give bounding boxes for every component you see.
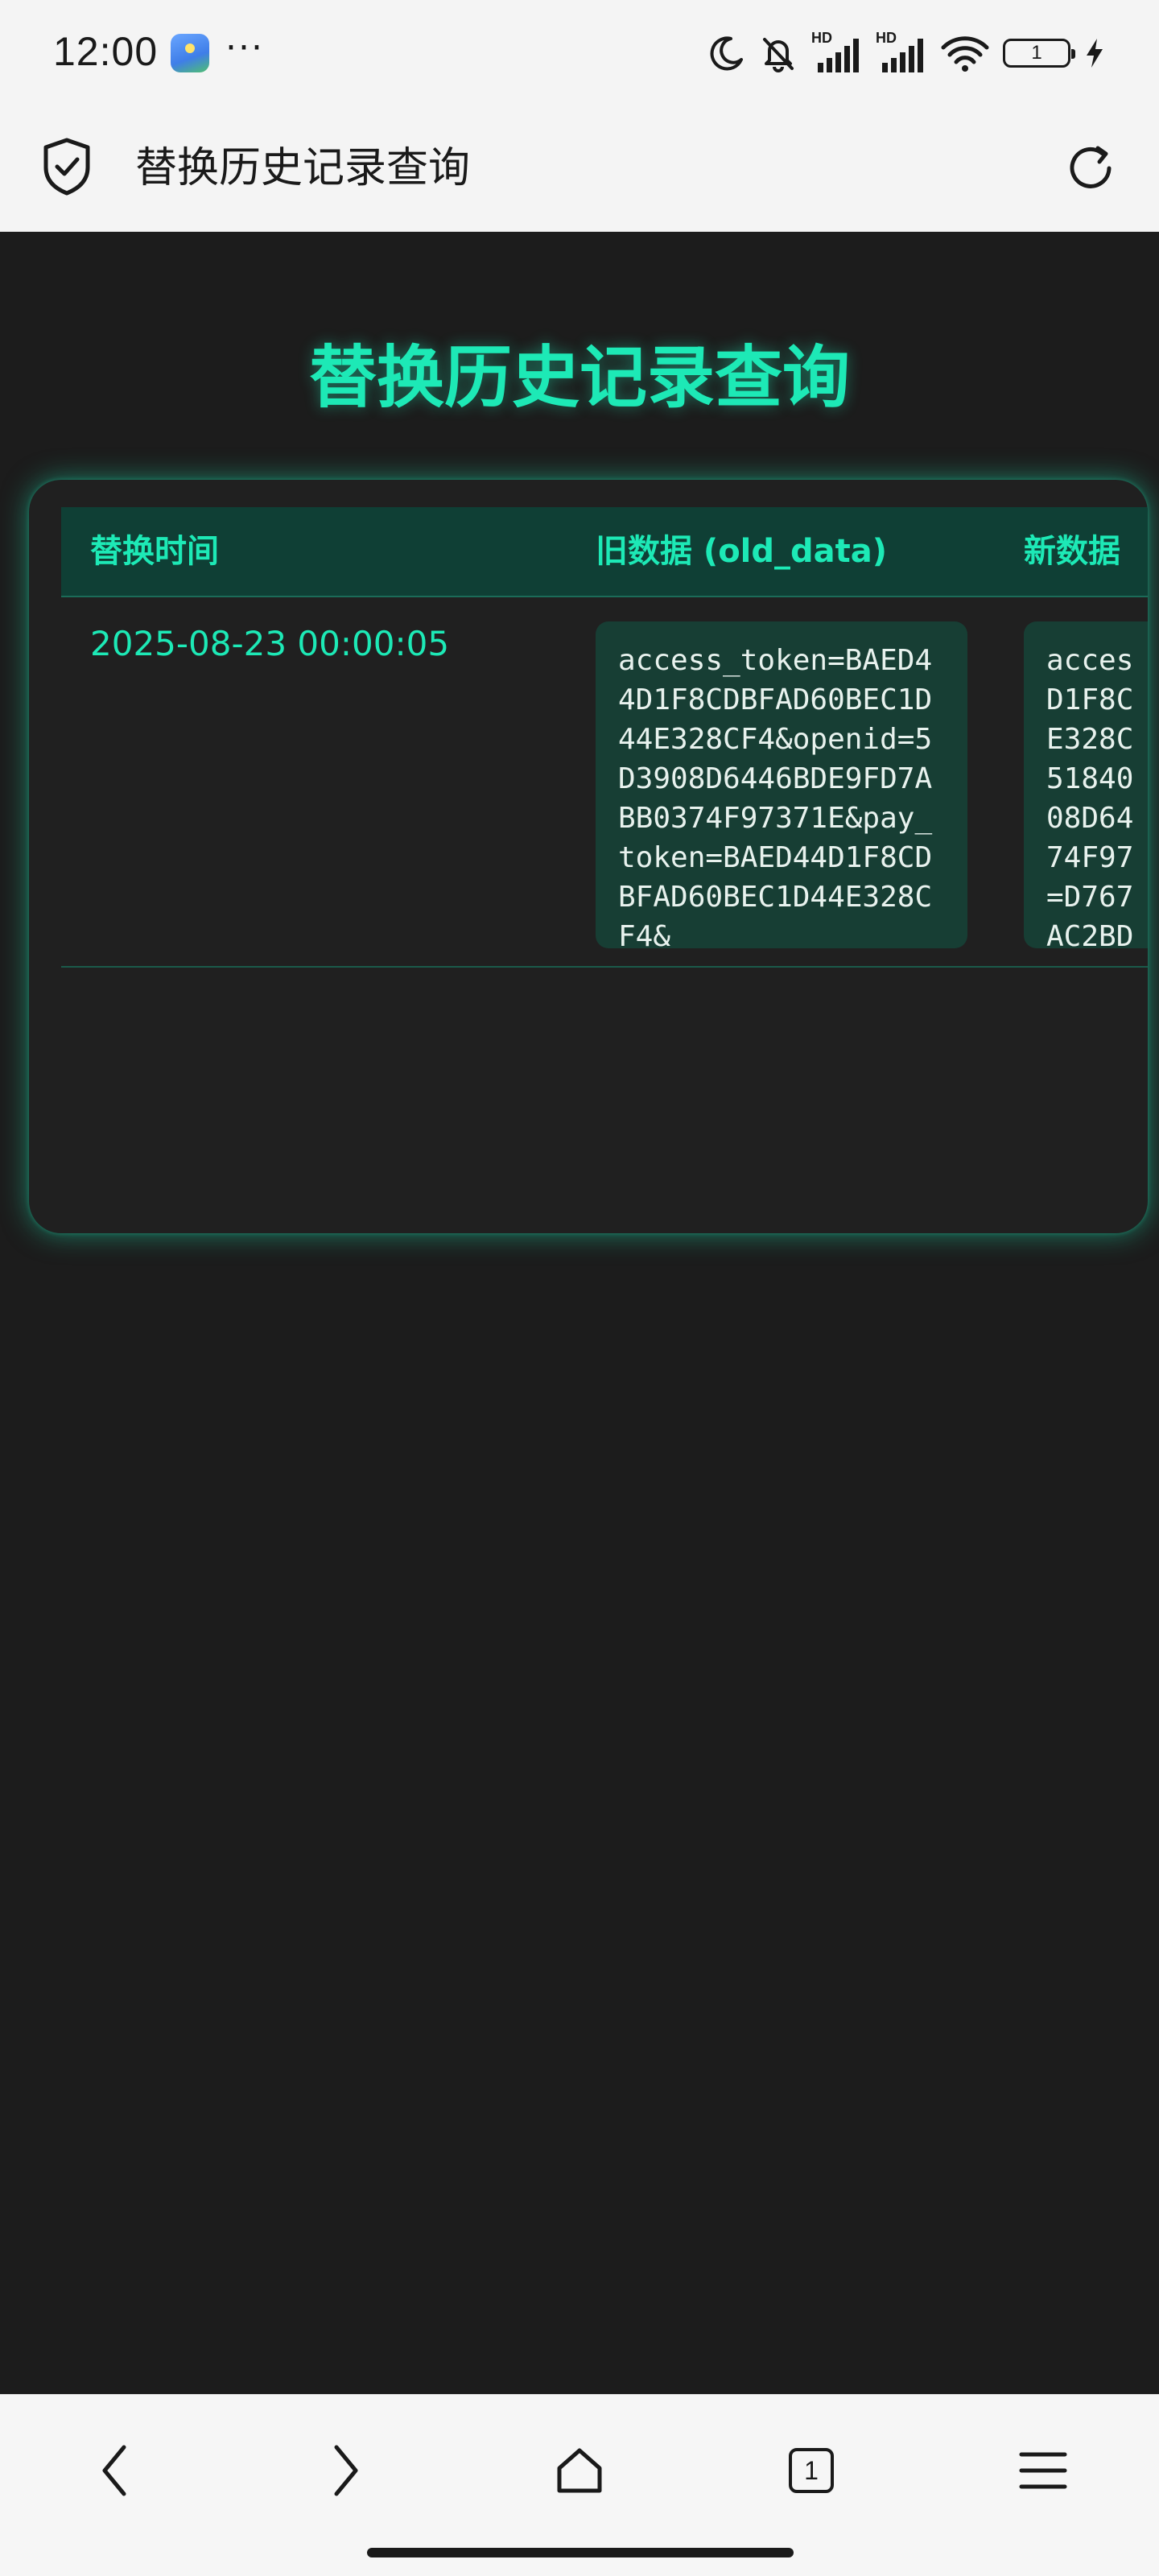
moon-icon xyxy=(710,36,743,71)
table-header: 替换时间 旧数据 (old_data) 新数据 xyxy=(61,507,1148,597)
status-icons: HD HD 1 xyxy=(708,29,1106,77)
page-title: 替换历史记录查询 xyxy=(135,144,471,192)
page-heading: 替换历史记录查询 xyxy=(308,338,850,417)
chevron-left-icon xyxy=(102,2445,126,2496)
menu-button[interactable] xyxy=(1003,2430,1083,2511)
cellular-signal-icon-1: HD xyxy=(811,31,863,76)
cell-replace-time: 2025-08-23 00:00:05 xyxy=(90,624,450,663)
cell-new-data: acces D1F8C E328C 51840 08D64 74F97 =D76… xyxy=(1024,621,1148,948)
column-header-new-data: 新数据 xyxy=(1024,533,1120,570)
tabs-button[interactable]: 1 xyxy=(771,2430,852,2511)
reload-icon[interactable] xyxy=(1062,140,1119,196)
back-button[interactable] xyxy=(74,2430,155,2511)
bell-off-icon xyxy=(763,38,794,72)
cellular-signal-icon-2: HD xyxy=(876,31,927,76)
web-content: 替换历史记录查询 替换时间 旧数据 (old_data) 新数据 2025-08… xyxy=(0,232,1159,2394)
browser-bottom-nav: 1 xyxy=(0,2394,1159,2576)
home-button[interactable] xyxy=(539,2430,620,2511)
forward-button[interactable] xyxy=(306,2430,386,2511)
chevron-right-icon xyxy=(334,2445,358,2496)
history-card: 替换时间 旧数据 (old_data) 新数据 2025-08-23 00:00… xyxy=(29,480,1148,1233)
tab-count-icon: 1 xyxy=(789,2448,834,2493)
column-header-time: 替换时间 xyxy=(90,533,219,570)
cell-old-data: access_token=BAED44D1F8CDBFAD60BEC1D44E3… xyxy=(596,621,967,948)
hamburger-menu-icon xyxy=(1019,2452,1067,2489)
history-table[interactable]: 替换时间 旧数据 (old_data) 新数据 2025-08-23 00:00… xyxy=(61,507,1148,990)
battery-icon: 1 xyxy=(1003,39,1075,68)
table-row: 2025-08-23 00:00:05 access_token=BAED44D… xyxy=(61,597,1148,968)
shield-check-icon[interactable] xyxy=(42,137,92,196)
more-notifications-icon: ··· xyxy=(225,27,264,68)
status-time: 12:00 xyxy=(53,29,159,74)
gesture-home-indicator[interactable] xyxy=(367,2548,794,2557)
status-bar: 12:00 ··· HD HD 1 xyxy=(0,0,1159,105)
charging-bolt-icon xyxy=(1087,39,1103,68)
column-header-old-data: 旧数据 (old_data) xyxy=(596,533,888,570)
tab-count: 1 xyxy=(804,2456,819,2485)
browser-title-bar: 替换历史记录查询 xyxy=(0,105,1159,232)
battery-level: 1 xyxy=(1031,42,1042,64)
wifi-icon xyxy=(941,36,989,72)
app-notification-icon xyxy=(171,34,209,72)
home-icon xyxy=(557,2448,602,2493)
